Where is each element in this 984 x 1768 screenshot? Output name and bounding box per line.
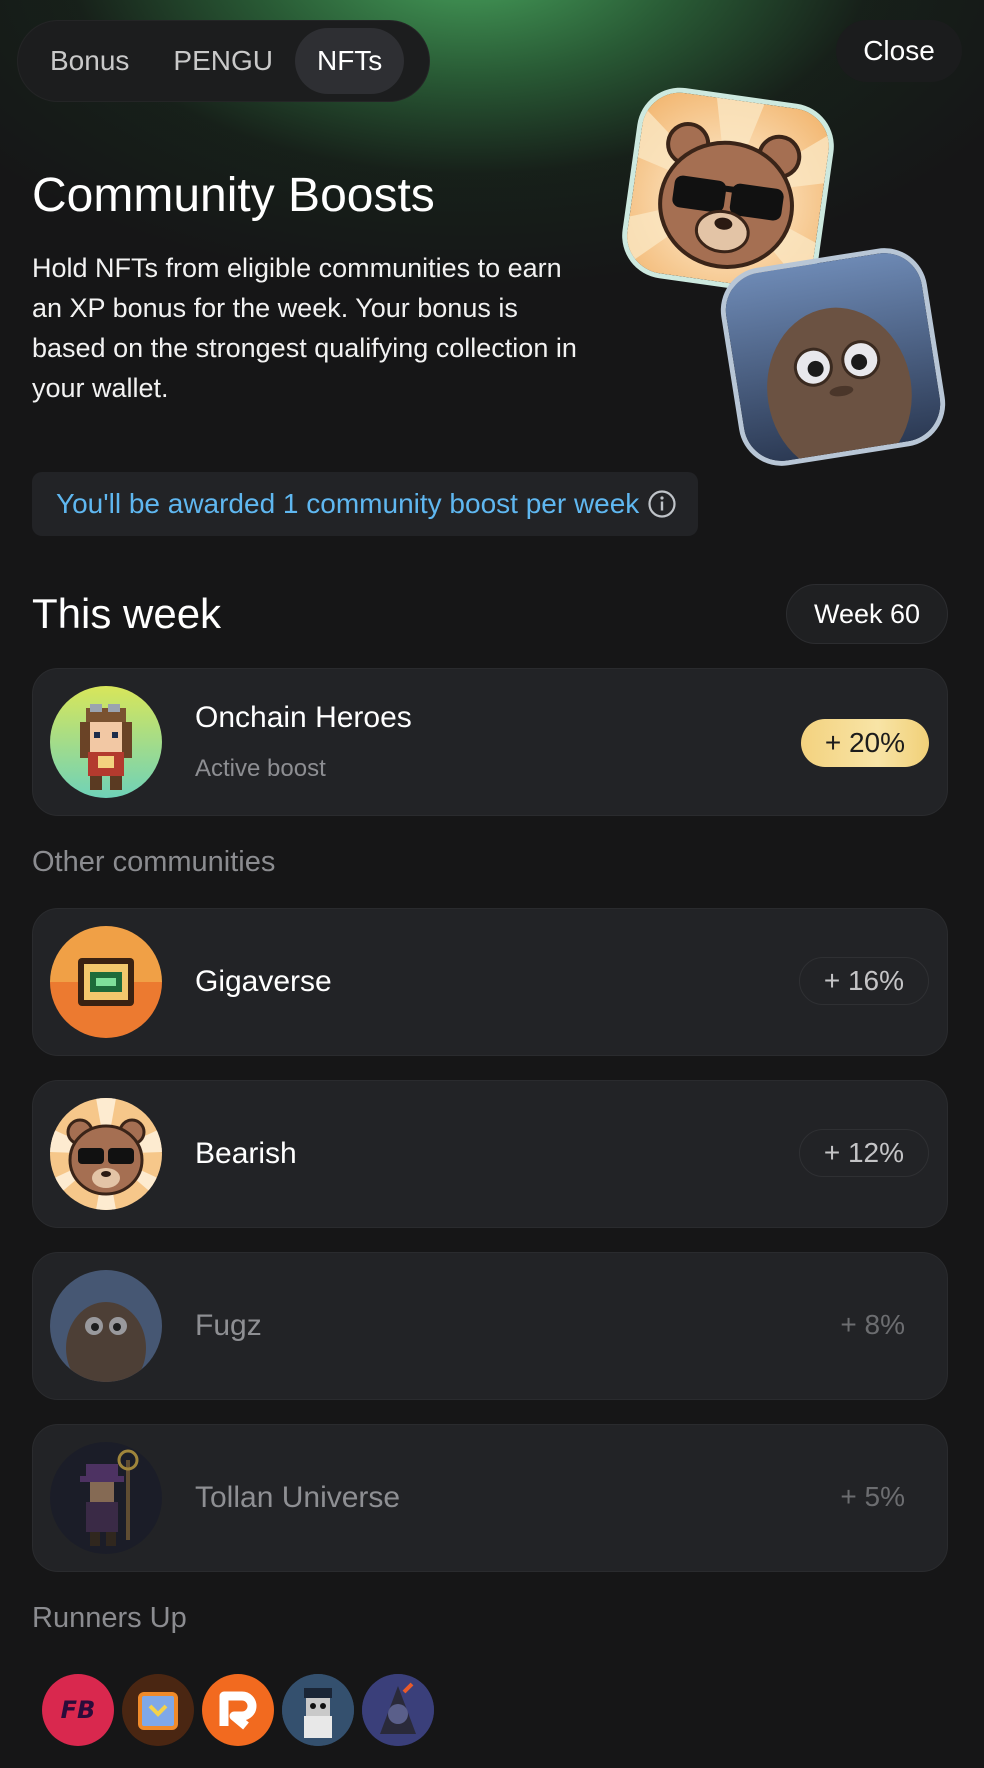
tab-bar: Bonus PENGU NFTs [17, 20, 430, 102]
community-bonus: + 5% [840, 1481, 905, 1512]
active-boost-percent: + 20% [800, 719, 929, 767]
page-description: Hold NFTs from eligible communities to e… [32, 253, 577, 403]
other-communities-title: Other communities [32, 846, 276, 878]
active-boost-card[interactable]: Onchain Heroes Active boost + 20% [32, 668, 948, 816]
runners-up-title: Runners Up [32, 1602, 187, 1634]
fugz-avatar [50, 1270, 162, 1382]
community-bonus: + 12% [798, 1129, 929, 1177]
this-week-title: This week [32, 590, 222, 637]
tab-nfts[interactable]: NFTs [294, 28, 405, 94]
info-icon[interactable] [647, 489, 677, 519]
runners-up-list: FB [42, 1674, 442, 1746]
onchain-heroes-avatar [50, 686, 162, 798]
tab-pengu[interactable]: PENGU [151, 28, 295, 94]
active-boost-status: Active boost [195, 755, 326, 782]
community-card-gigaverse[interactable]: Gigaverse + 16% [32, 908, 948, 1056]
pirate-logo[interactable] [282, 1674, 354, 1746]
community-bonus: + 16% [798, 957, 929, 1005]
close-button[interactable]: Close [836, 20, 962, 82]
community-name: Gigaverse [195, 965, 332, 998]
bearish-avatar [50, 1098, 162, 1210]
community-name: Tollan Universe [195, 1481, 401, 1514]
community-card-bearish[interactable]: Bearish + 12% [32, 1080, 948, 1228]
week-badge: Week 60 [786, 584, 948, 644]
fb-logo[interactable]: FB [42, 1674, 114, 1746]
r-logo[interactable] [202, 1674, 274, 1746]
fb-logo-text: FB [60, 1696, 96, 1724]
tollan-universe-avatar [50, 1442, 162, 1554]
page-title: Community Boosts [32, 169, 435, 222]
community-name: Bearish [195, 1137, 297, 1170]
community-card-tollan-universe[interactable]: Tollan Universe + 5% [32, 1424, 948, 1572]
hero-illustration [622, 87, 958, 467]
community-card-fugz[interactable]: Fugz + 8% [32, 1252, 948, 1400]
fugz-card [720, 247, 946, 467]
boost-info-text: You'll be awarded 1 community boost per … [56, 488, 640, 519]
wizard-logo[interactable] [362, 1674, 434, 1746]
community-bonus: + 8% [840, 1309, 905, 1340]
boost-info-banner: You'll be awarded 1 community boost per … [32, 472, 698, 536]
crate-logo[interactable] [122, 1674, 194, 1746]
gigaverse-avatar [50, 926, 162, 1038]
tab-bonus[interactable]: Bonus [28, 28, 151, 94]
active-community-name: Onchain Heroes [195, 701, 412, 734]
bear-card [622, 87, 834, 295]
community-name: Fugz [195, 1309, 262, 1342]
